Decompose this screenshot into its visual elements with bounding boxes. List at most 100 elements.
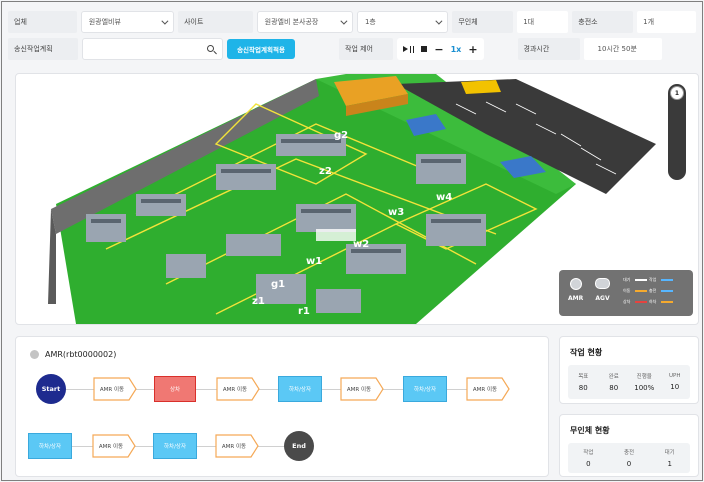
flow-step-label: AMR 이동 [346,387,372,393]
flow-step-move[interactable]: AMR 이동 [216,377,260,401]
flow-end-node[interactable]: End [284,431,314,461]
map-legend: AMR AGV 대기 작업 이동 충전 상차 하차 [559,270,693,316]
plan-label: 송신작업계획 [8,38,78,60]
map-zoom-scrollbar[interactable]: 1 [668,84,686,180]
site-select[interactable]: 원광엘비 본사공장 [256,11,353,33]
stat-header: 작업 [583,450,594,456]
stat-header: UPH [669,373,681,379]
flow-start-node[interactable]: Start [36,374,66,404]
playback-controls: − 1x + [397,38,484,60]
robot-title: AMR(rbt0000002) [30,350,116,359]
plan-bar: 송신작업계획 송신작업계획적용 작업 제어 − 1x + 경과시간 10시간 5… [8,38,696,60]
work-status-title: 작업 현황 [570,348,603,357]
elapsed-value: 10시간 50분 [583,38,662,60]
legend-agv-label: AGV [595,295,610,302]
minus-icon[interactable]: − [434,43,443,56]
chevron-down-icon [161,17,169,25]
zone-label: r1 [298,306,310,317]
stat-value: 0 [626,460,632,468]
charger-value: 1개 [637,11,696,33]
flow-step-unload[interactable]: 하차/상자 [403,376,447,402]
robot-status-title: 무인체 현황 [570,426,610,435]
stat-value: 10 [670,383,680,391]
stat-cell: 충전 0 [609,443,650,473]
stat-cell: 대기 1 [649,443,690,473]
plus-icon[interactable]: + [468,43,477,56]
stat-header: 완료 [608,374,619,380]
legend-line [661,290,673,292]
legend-status-label: 충전 [649,288,657,293]
flow-step-move[interactable]: AMR 이동 [92,434,136,458]
stat-cell: 완료 80 [599,365,630,399]
stat-header: 진행율 [636,374,652,380]
stat-value: 0 [586,460,591,468]
stat-header: 목표 [578,374,589,380]
zone-label: z1 [252,296,265,307]
legend-line [635,301,647,303]
stat-cell: 목표 80 [568,365,599,399]
legend-status-label: 작업 [649,277,657,282]
legend-line [635,290,647,292]
robot-status-dot [30,350,39,359]
flow-step-label: AMR 이동 [221,444,247,450]
stat-value: 80 [609,384,619,392]
chevron-down-icon [435,17,443,25]
flow-step-label: AMR 이동 [98,444,124,450]
zone-label: w2 [353,239,369,250]
plan-search-input[interactable] [82,38,223,60]
stat-value: 1 [667,460,672,468]
legend-agv: AGV [595,278,610,302]
flow-step-unload[interactable]: 하차/상자 [153,433,197,459]
control-label: 작업 제어 [339,38,393,60]
stat-cell: 작업 0 [568,443,609,473]
chevron-down-icon [340,17,348,25]
stat-cell: 진행율 100% [629,365,660,399]
flow-step-move[interactable]: AMR 이동 [215,434,259,458]
zone-label: g2 [334,130,348,141]
legend-line [661,301,673,303]
unmanned-label: 무인체 [452,11,514,33]
company-select-value: 원광엘비뷰 [88,18,121,26]
robot-status-panel: 무인체 현황 작업 0 충전 0 대기 1 [559,414,699,477]
legend-status-label: 대기 [623,277,631,282]
flow-step-move[interactable]: AMR 이동 [93,377,137,401]
flow-step-unload[interactable]: 하차/상자 [28,433,72,459]
stat-value: 100% [634,384,655,392]
factory-map[interactable]: g2 z2 w4 w3 w1 w2 g1 z1 r1 1 AMR AGV 대기 … [15,73,699,325]
legend-line [635,279,647,281]
legend-status-grid: 대기 작업 이동 충전 상차 하차 [623,277,689,305]
stat-cell: UPH 10 [660,365,691,399]
legend-amr-label: AMR [568,295,584,302]
stop-icon[interactable] [421,46,428,52]
agv-icon [595,278,610,289]
flow-step-label: AMR 이동 [472,387,498,393]
speed-value: 1x [450,44,462,54]
robot-status-stats: 작업 0 충전 0 대기 1 [568,443,690,473]
legend-line [661,279,673,281]
stat-header: 대기 [664,450,675,456]
play-pause-icon[interactable] [403,45,415,53]
stat-header: 충전 [623,450,635,456]
stat-value: 80 [578,384,588,392]
task-flow-panel: AMR(rbt0000002) Start AMR 이동 상차 AMR 이동 하… [15,336,549,477]
scroll-handle[interactable]: 1 [670,86,684,100]
apply-plan-button[interactable]: 송신작업계획적용 [227,39,295,59]
zone-label: g1 [271,279,285,290]
zone-label: w3 [388,207,404,218]
zone-label: w4 [436,192,452,203]
flow-step-unload[interactable]: 하차/상자 [278,376,322,402]
legend-status-label: 상차 [623,299,631,304]
app-frame: 업체 원광엘비뷰 사이트 원광엘비 본사공장 1층 무인체 1대 충전소 1개 … [1,1,703,481]
amr-icon [569,278,582,290]
flow-step-move[interactable]: AMR 이동 [466,377,510,401]
work-status-stats: 목표 80 완료 80 진행율 100% UPH 10 [568,365,690,399]
flow-step-load[interactable]: 상차 [154,376,196,402]
legend-status-label: 하차 [649,299,657,304]
company-select[interactable]: 원광엘비뷰 [80,11,175,33]
robot-id: AMR(rbt0000002) [45,350,117,359]
legend-status-label: 이동 [623,288,631,293]
flow-step-move[interactable]: AMR 이동 [340,377,384,401]
floor-select[interactable]: 1층 [356,11,449,33]
search-icon[interactable] [207,45,214,52]
zone-label: w1 [306,256,322,267]
